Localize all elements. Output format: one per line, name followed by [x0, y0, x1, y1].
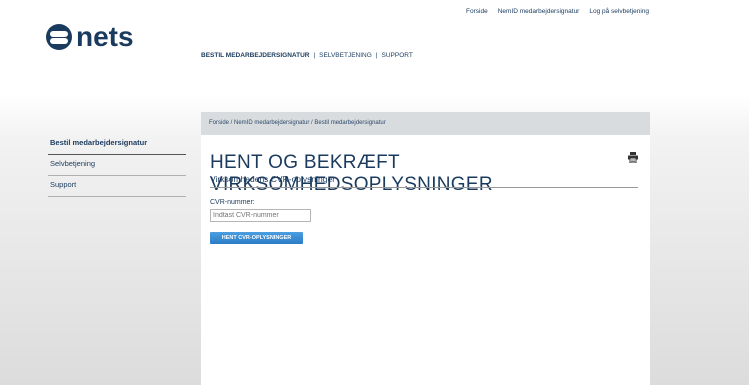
cvr-input[interactable]	[210, 209, 311, 222]
main-nav-selvbetjening[interactable]: SELVBETJENING	[319, 52, 372, 59]
nets-logo[interactable]: nets	[46, 21, 134, 52]
sidebar-item-selvbetjening[interactable]: Selvbetjening	[48, 155, 186, 176]
main-nav: BESTIL MEDARBEJDERSIGNATUR | SELVBETJENING…	[201, 52, 413, 59]
sidebar-item-support[interactable]: Support	[48, 176, 186, 197]
section-subtitle: Virksomhedens CVR-oplysninger	[210, 174, 336, 184]
util-nav-forside[interactable]: Forside	[466, 8, 488, 15]
nets-logo-mark-icon	[46, 24, 72, 50]
main-nav-support[interactable]: SUPPORT	[382, 52, 413, 59]
main-nav-separator: |	[375, 52, 378, 59]
header: nets Forside NemID medarbejdersignatur L…	[0, 0, 749, 95]
breadcrumb[interactable]: Forside / NemID medarbejdersignatur / Be…	[201, 112, 650, 135]
page-frame: nets Forside NemID medarbejdersignatur L…	[0, 0, 749, 385]
main-nav-bestil[interactable]: BESTIL MEDARBEJDERSIGNATUR	[201, 52, 309, 59]
util-nav-login[interactable]: Log på selvbetjening	[589, 8, 649, 15]
util-nav-nemid[interactable]: NemID medarbejdersignatur	[498, 8, 580, 15]
sidebar: Bestil medarbejdersignatur Selvbetjening…	[48, 134, 186, 197]
main-content: Forside / NemID medarbejdersignatur / Be…	[201, 112, 650, 385]
logo-text: nets	[76, 21, 134, 52]
utility-nav: Forside NemID medarbejdersignatur Log på…	[466, 8, 649, 15]
main-nav-separator: |	[313, 52, 316, 59]
cvr-label: CVR-nummer:	[210, 199, 255, 206]
fetch-cvr-button[interactable]: HENT CVR-OPLYSNINGER	[210, 232, 303, 244]
divider	[210, 187, 638, 188]
sidebar-item-bestil[interactable]: Bestil medarbejdersignatur	[48, 134, 186, 155]
